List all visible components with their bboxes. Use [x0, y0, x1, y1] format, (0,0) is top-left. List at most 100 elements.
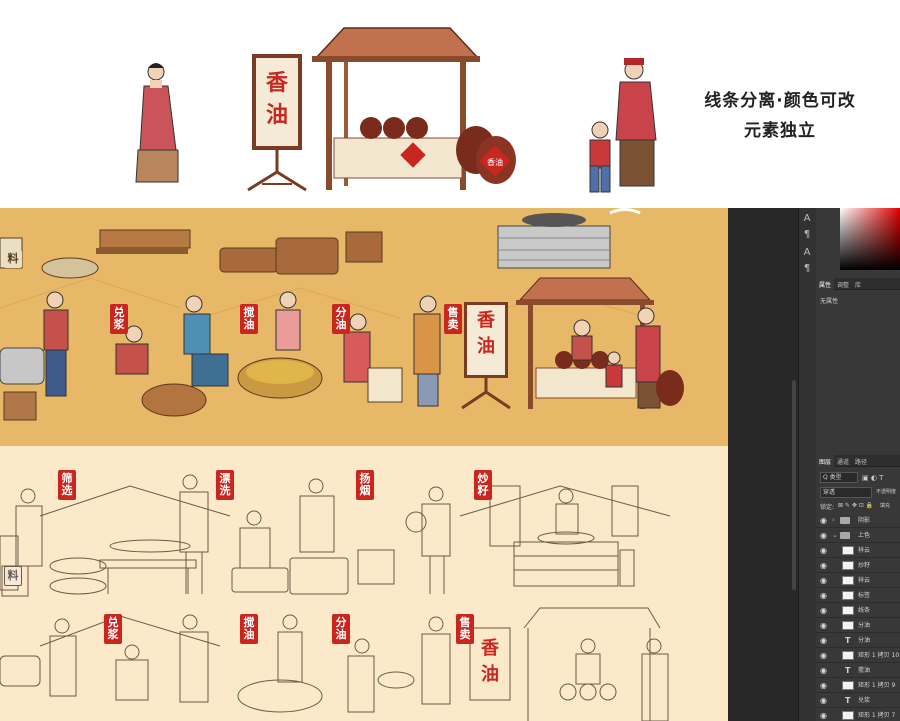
step-label-jiaoyou: 搅油: [240, 614, 258, 644]
jar-label: 香油: [487, 157, 503, 167]
step-label-piaoxi: 漂洗: [216, 470, 234, 500]
layer-name: 矩形 1 拷贝 9: [858, 682, 896, 689]
visibility-eye-icon[interactable]: ◉: [820, 603, 827, 618]
layer-row[interactable]: ◉ 矩形 1 拷贝 9: [816, 678, 900, 693]
woman-figure: [135, 63, 179, 183]
feature-caption-line2: 元素独立: [744, 121, 816, 141]
step-label-duijiang: 兑浆: [110, 304, 128, 334]
layer-row[interactable]: ◉ 矩形 1 拷贝 10: [816, 648, 900, 663]
colored-illustration-canvas[interactable]: 料 兑浆 搅油 分油 售卖 香 油: [0, 208, 728, 446]
sign-char-2: 油: [266, 102, 288, 128]
paragraph-panel-icon[interactable]: ¶: [800, 228, 814, 242]
text-layer-icon: T: [845, 666, 851, 675]
layer-thumbnail: [842, 606, 854, 615]
type-panel-icon[interactable]: ¶: [800, 262, 814, 276]
layer-name: 上色: [858, 532, 871, 539]
visibility-eye-icon[interactable]: ◉: [820, 663, 827, 678]
tab-channels[interactable]: 通道: [834, 455, 852, 468]
text-layer-icon: T: [845, 696, 851, 705]
visibility-eye-icon[interactable]: ◉: [820, 543, 827, 558]
visibility-eye-icon[interactable]: ◉: [820, 633, 827, 648]
sack-label: 料: [4, 250, 22, 268]
layer-name: 线条: [858, 607, 871, 614]
oil-stall: [312, 27, 516, 190]
lock-icons[interactable]: ⊠ ✎ ✥ ⊡ 🔒: [838, 502, 873, 509]
layer-name: 祥云: [858, 547, 871, 554]
folder-icon: [840, 517, 850, 524]
layer-name: 阴影: [858, 517, 871, 524]
tab-layers[interactable]: 图层: [816, 455, 835, 468]
step-label-chaozi: 炒籽: [474, 470, 492, 500]
blend-mode-select[interactable]: 穿透: [820, 487, 872, 498]
visibility-eye-icon[interactable]: ◉: [820, 708, 827, 721]
photoshop-panels: 属性 调整库 无属性 图层 通道 路径 Q 类型 ▣ ◐ T 穿透 不透明度 锁定: …: [816, 208, 900, 721]
layer-name: 炒籽: [858, 562, 871, 569]
properties-empty-label: 无属性: [820, 298, 839, 305]
filter-icons[interactable]: ▣ ◐ T: [862, 474, 883, 482]
sign-char-2: 油: [481, 664, 499, 685]
visibility-eye-icon[interactable]: ◉: [820, 513, 827, 528]
layer-thumbnail: [842, 561, 854, 570]
layers-tabs: 图层 通道 路径: [816, 455, 900, 468]
layer-name: 标签: [858, 592, 871, 599]
opacity-label: 不透明度: [876, 489, 897, 495]
visibility-eye-icon[interactable]: ◉: [820, 588, 827, 603]
layer-thumbnail: [842, 576, 854, 585]
tab-libraries[interactable]: 库: [852, 278, 864, 291]
worker-figure: [275, 291, 301, 351]
layer-thumbnail: [842, 681, 854, 690]
layer-thumbnail: [842, 651, 854, 660]
step-label-duijiang: 兑浆: [104, 614, 122, 644]
layer-name: 矩形 1 拷贝 10: [858, 652, 900, 659]
layer-thumbnail: [842, 546, 854, 555]
sign-char-1: 香: [477, 310, 495, 331]
glyph-panel-icon[interactable]: A: [800, 246, 814, 260]
layer-name: 祥云: [858, 577, 871, 584]
sign-char-2: 油: [477, 336, 495, 357]
lock-label: 锁定:: [820, 504, 835, 511]
child-figure: [589, 121, 611, 193]
step-label-yangyan: 扬烟: [356, 470, 374, 500]
visibility-eye-icon[interactable]: ◉: [820, 618, 827, 633]
text-layer-icon: T: [845, 636, 851, 645]
layer-name: 分油: [858, 622, 871, 629]
layer-row[interactable]: ◉ T 兑浆: [816, 693, 900, 708]
layer-row[interactable]: ◉ 线条: [816, 603, 900, 618]
canvas-scrollbar[interactable]: [792, 380, 796, 590]
visibility-eye-icon[interactable]: ◉: [820, 693, 827, 708]
layer-row[interactable]: ◉ 矩形 1 拷贝 7: [816, 708, 900, 721]
visibility-eye-icon[interactable]: ◉: [820, 648, 827, 663]
layer-filter-select[interactable]: Q 类型: [820, 472, 858, 483]
visibility-eye-icon[interactable]: ◉: [820, 678, 827, 693]
layer-row[interactable]: ◉ T 分油: [816, 633, 900, 648]
tab-properties[interactable]: 属性: [816, 278, 835, 291]
tab-adjustments[interactable]: 调整: [834, 278, 852, 291]
visibility-eye-icon[interactable]: ◉: [820, 558, 827, 573]
layer-row[interactable]: ◉ 祥云: [816, 543, 900, 558]
step-label-shaixuan: 筛选: [58, 470, 76, 500]
sign-char-1: 香: [266, 70, 288, 96]
banner-illustration: 香 油 香油 线条分离·颜色可改 元素独立: [0, 0, 900, 208]
layer-row[interactable]: ◉ 分油: [816, 618, 900, 633]
layer-row[interactable]: ◉ T 搅油: [816, 663, 900, 678]
layer-row[interactable]: ◉ › 阴影: [816, 513, 900, 528]
tab-paths[interactable]: 路径: [852, 455, 870, 468]
layer-row[interactable]: ◉ 炒籽: [816, 558, 900, 573]
color-picker-field[interactable]: [840, 208, 900, 270]
layer-thumbnail: [842, 621, 854, 630]
layer-name: 兑浆: [858, 697, 871, 704]
visibility-eye-icon[interactable]: ◉: [820, 573, 827, 588]
layer-row[interactable]: ◉ ⌄ 上色: [816, 528, 900, 543]
layer-row[interactable]: ◉ 祥云: [816, 573, 900, 588]
folder-icon: [840, 532, 850, 539]
fill-label: 填充: [880, 503, 891, 509]
line-art-canvas[interactable]: 筛选 漂洗 扬烟 炒籽 料 兑浆 搅油 分油 售卖 香 油: [0, 446, 728, 721]
layer-thumbnail: [842, 711, 854, 720]
layer-name: 矩形 1 拷贝 7: [858, 712, 896, 719]
mother-figure: [615, 58, 657, 187]
worker-figure: [183, 295, 229, 387]
layer-row[interactable]: ◉ 标签: [816, 588, 900, 603]
visibility-eye-icon[interactable]: ◉: [820, 528, 827, 543]
layer-name: 分油: [858, 637, 871, 644]
character-panel-icon[interactable]: A: [800, 212, 814, 226]
